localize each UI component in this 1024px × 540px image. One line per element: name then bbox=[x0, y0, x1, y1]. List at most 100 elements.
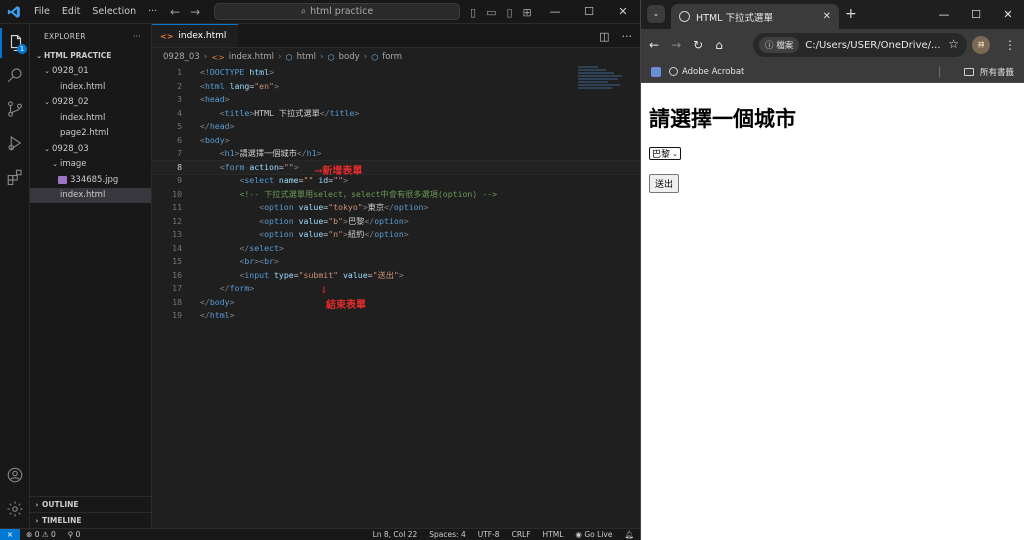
code-line[interactable]: 8 <form action=""> bbox=[151, 159, 641, 175]
tree-item-label: 0928_02 bbox=[52, 97, 89, 108]
code-line[interactable]: 2 <html lang="en"> bbox=[152, 80, 640, 94]
account-icon[interactable] bbox=[0, 460, 30, 490]
toggle-sidebar-icon[interactable]: ▯ bbox=[470, 6, 476, 19]
cursor-position[interactable]: Ln 8, Col 22 bbox=[367, 530, 424, 539]
split-editor-icon[interactable]: ◫ bbox=[599, 30, 609, 43]
code-line[interactable]: 10 <!-- 下拉式選單用select，select中會有很多選項(optio… bbox=[152, 188, 640, 202]
close-icon[interactable]: ✕ bbox=[606, 0, 640, 24]
breadcrumb-form[interactable]: form bbox=[382, 52, 402, 62]
forward-arrow-icon[interactable]: → bbox=[190, 5, 200, 19]
toggle-panel-icon[interactable]: ▭ bbox=[486, 6, 496, 19]
code-line[interactable]: 3 <head> bbox=[152, 93, 640, 107]
site-info-chip[interactable]: ⓘ 檔案 bbox=[759, 37, 800, 53]
outline-section[interactable]: › OUTLINE bbox=[30, 496, 152, 512]
tab-search-chevron-icon[interactable]: ⌄ bbox=[647, 5, 665, 23]
code-line[interactable]: 18 </body> bbox=[152, 296, 640, 310]
menu-more[interactable]: ··· bbox=[142, 0, 163, 24]
breadcrumb-html[interactable]: html bbox=[297, 52, 316, 62]
code-line[interactable]: 13 <option value="n">紐約</option> bbox=[152, 228, 640, 242]
bookmark-adobe-acrobat[interactable]: Adobe Acrobat bbox=[669, 67, 744, 77]
tree-folder[interactable]: ⌄ 0928_02 bbox=[30, 95, 151, 111]
code-token: br bbox=[244, 256, 255, 266]
line-number: 13 bbox=[172, 229, 182, 239]
code-editor[interactable]: 1 <!DOCTYPE html> 2 <html lang="en"> 3 <head>… bbox=[151, 66, 641, 323]
close-icon[interactable]: ✕ bbox=[992, 0, 1024, 29]
settings-gear-icon[interactable] bbox=[0, 494, 30, 524]
remote-indicator-icon[interactable]: ⨯ bbox=[0, 528, 20, 540]
indentation-status[interactable]: Spaces: 4 bbox=[423, 530, 471, 539]
ports-status[interactable]: ⚲ 0 bbox=[62, 530, 87, 539]
code-line[interactable]: 14 </select> bbox=[152, 242, 640, 256]
code-token: form bbox=[224, 161, 245, 172]
tree-file[interactable]: 334685.jpg bbox=[30, 172, 151, 188]
code-line[interactable]: 19 </html> bbox=[152, 309, 640, 323]
minimize-icon[interactable]: — bbox=[538, 0, 572, 24]
minimize-icon[interactable]: — bbox=[928, 0, 960, 29]
explorer-more-icon[interactable]: ··· bbox=[133, 32, 141, 41]
close-tab-icon[interactable]: ✕ bbox=[823, 11, 831, 22]
code-line[interactable]: 7 <h1>請選擇一個城市</h1> bbox=[152, 147, 640, 161]
go-live-button[interactable]: ◉ Go Live bbox=[569, 530, 618, 539]
tree-folder[interactable]: ⌄ 0928_01 bbox=[30, 64, 151, 80]
tree-file[interactable]: index.html bbox=[30, 79, 151, 95]
code-line[interactable]: 16 <input type="submit" value="送出"> bbox=[152, 269, 640, 283]
search-icon[interactable] bbox=[0, 60, 30, 90]
customize-layout-icon[interactable]: ⊞ bbox=[523, 6, 532, 19]
breadcrumb-file[interactable]: index.html bbox=[229, 52, 274, 62]
code-line[interactable]: 17 </form> bbox=[152, 282, 640, 296]
profile-avatar[interactable]: 神 bbox=[972, 36, 990, 54]
apps-icon[interactable] bbox=[651, 66, 661, 77]
reload-icon[interactable]: ↻ bbox=[693, 38, 703, 52]
problems-status[interactable]: ⊗ 0 ⚠ 0 bbox=[20, 530, 62, 539]
language-mode[interactable]: HTML bbox=[537, 530, 570, 539]
workspace-root[interactable]: ⌄ HTML PRACTICE bbox=[30, 48, 151, 64]
timeline-section[interactable]: › TIMELINE bbox=[30, 512, 152, 528]
source-control-icon[interactable] bbox=[0, 94, 30, 124]
menu-edit[interactable]: Edit bbox=[56, 0, 86, 24]
all-bookmarks-button[interactable]: 所有書籤 bbox=[963, 61, 1014, 83]
city-select[interactable]: 巴黎 ⌄ bbox=[649, 147, 681, 160]
code-line[interactable]: 12 <option value="b">巴黎</option> bbox=[152, 215, 640, 229]
tree-folder[interactable]: ⌄ image bbox=[30, 157, 151, 173]
forward-arrow-icon[interactable]: → bbox=[671, 38, 681, 52]
run-debug-icon[interactable] bbox=[0, 128, 30, 158]
eol-status[interactable]: CRLF bbox=[506, 530, 537, 539]
breadcrumb-folder[interactable]: 0928_03 bbox=[163, 52, 200, 62]
menu-file[interactable]: File bbox=[28, 0, 56, 24]
tree-file[interactable]: index.html bbox=[30, 110, 151, 126]
notifications-bell-icon[interactable]: 🔔︎ bbox=[618, 530, 640, 539]
breadcrumb-body[interactable]: body bbox=[339, 52, 360, 62]
extensions-icon[interactable] bbox=[0, 162, 30, 192]
more-actions-icon[interactable]: ··· bbox=[622, 30, 633, 43]
code-line[interactable]: 9 <select name="" id=""> bbox=[152, 174, 640, 188]
back-arrow-icon[interactable]: ← bbox=[649, 38, 659, 52]
chrome-menu-icon[interactable]: ⋮ bbox=[1004, 38, 1016, 52]
maximize-icon[interactable]: ☐ bbox=[960, 0, 992, 29]
address-bar[interactable]: ⓘ 檔案 C:/Users/USER/OneDrive/... ☆ bbox=[753, 33, 967, 57]
bookmark-star-icon[interactable]: ☆ bbox=[948, 37, 959, 51]
browser-tab[interactable]: HTML 下拉式選單 ✕ bbox=[671, 4, 839, 29]
home-icon[interactable]: ⌂ bbox=[715, 38, 723, 52]
url-text[interactable]: C:/Users/USER/OneDrive/... bbox=[805, 40, 940, 51]
encoding-status[interactable]: UTF-8 bbox=[472, 530, 506, 539]
tree-folder[interactable]: ⌄ 0928_03 bbox=[30, 141, 151, 157]
tree-file[interactable]: index.html bbox=[30, 187, 151, 203]
code-line[interactable]: 4 <title>HTML 下拉式選單</title> bbox=[152, 107, 640, 121]
code-token: br bbox=[264, 256, 274, 266]
minimap[interactable] bbox=[578, 66, 626, 96]
code-line[interactable]: 6 <body> bbox=[152, 134, 640, 148]
code-line[interactable]: 15 <br><br> bbox=[152, 255, 640, 269]
back-arrow-icon[interactable]: ← bbox=[170, 5, 180, 19]
code-line[interactable]: 11 <option value="tokyo">東京</option> bbox=[152, 201, 640, 215]
code-line[interactable]: 5 </head> bbox=[152, 120, 640, 134]
menu-selection[interactable]: Selection bbox=[86, 0, 142, 24]
tree-file[interactable]: page2.html bbox=[30, 126, 151, 142]
code-line[interactable]: 1 <!DOCTYPE html> bbox=[152, 66, 640, 80]
command-center-search[interactable]: ⌕ html practice bbox=[214, 3, 460, 20]
tab-index-html[interactable]: <> index.html bbox=[152, 24, 238, 47]
toggle-secondary-sidebar-icon[interactable]: ▯ bbox=[506, 6, 512, 19]
explorer-icon[interactable]: 1 bbox=[0, 28, 30, 58]
submit-button[interactable]: 送出 bbox=[649, 174, 680, 193]
maximize-icon[interactable]: ☐ bbox=[572, 0, 606, 24]
new-tab-plus-icon[interactable]: + bbox=[845, 6, 857, 22]
